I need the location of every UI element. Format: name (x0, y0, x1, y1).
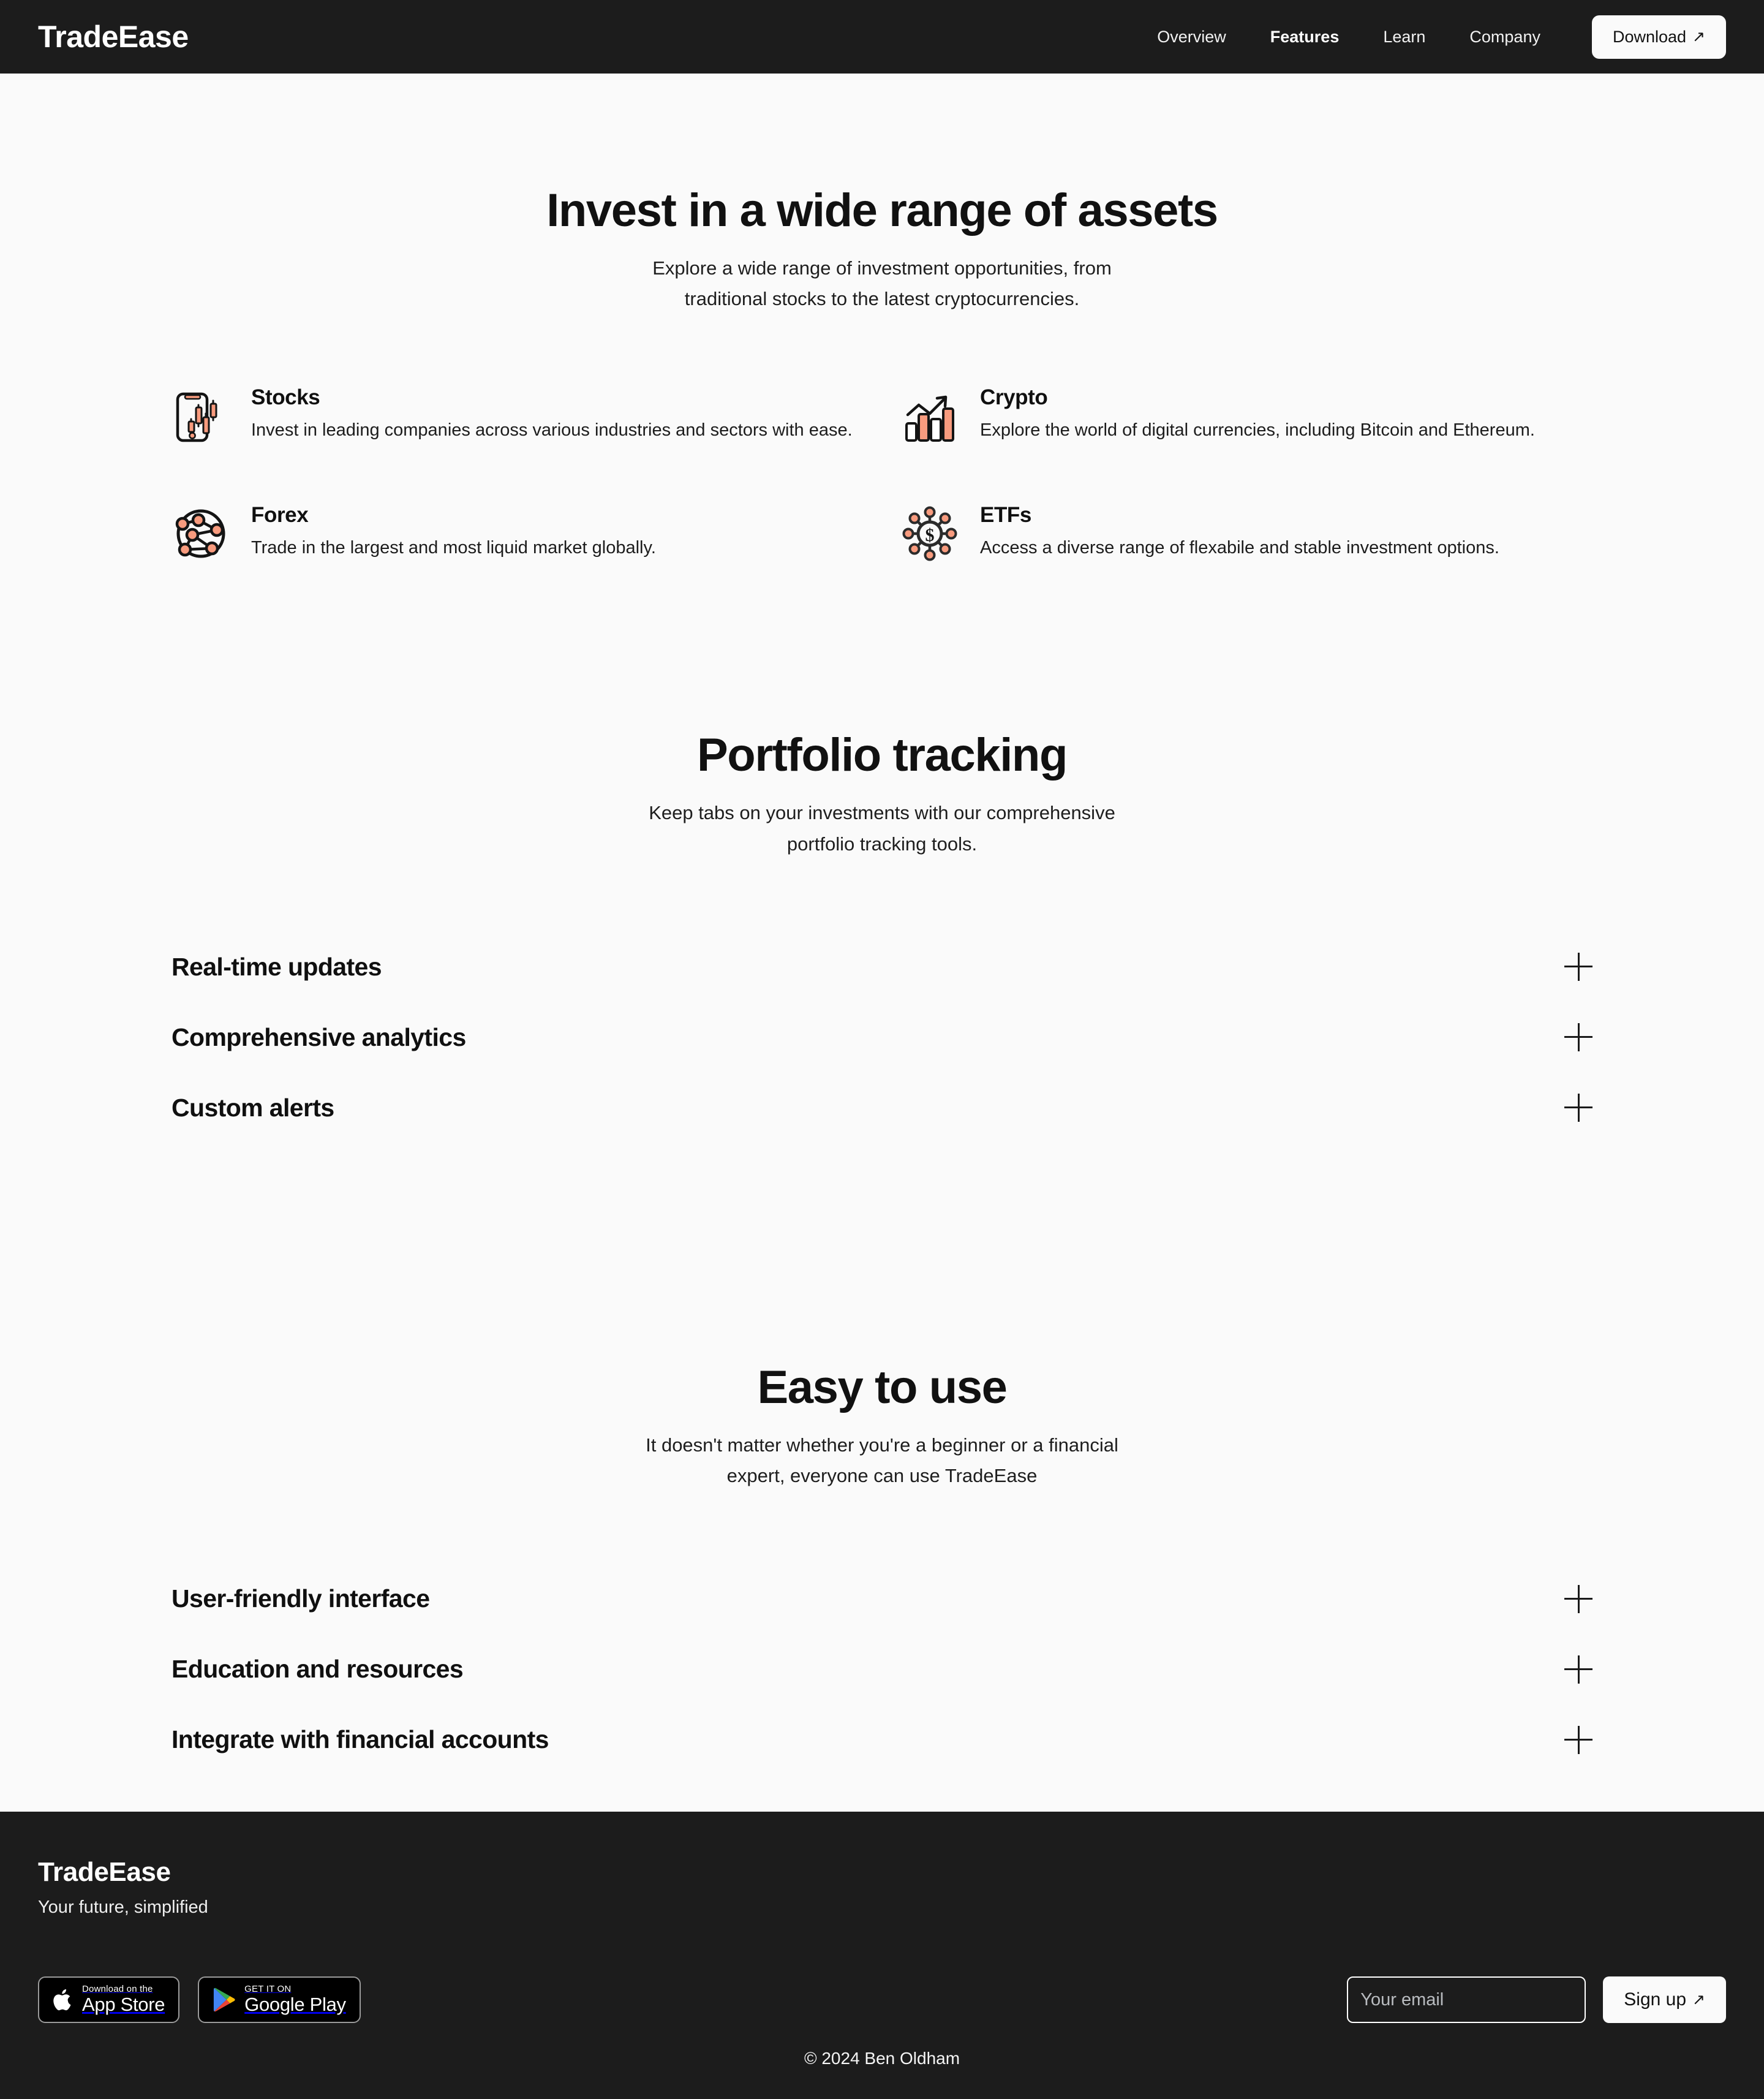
app-store-badge-text: Download on the App Store (82, 1984, 165, 2016)
asset-item-forex-body: Forex Trade in the largest and most liqu… (251, 501, 656, 561)
asset-item-forex: Forex Trade in the largest and most liqu… (172, 501, 864, 563)
asset-item-stocks: Stocks Invest in leading companies acros… (172, 383, 864, 445)
page-main: Invest in a wide range of assets Explore… (0, 74, 1764, 1812)
assets-subtitle-line-1: Explore a wide range of investment oppor… (652, 257, 1112, 279)
portfolio-accordion: Real-time updates Comprehensive analytic… (172, 932, 1593, 1143)
accordion-label: Education and resources (172, 1655, 464, 1684)
accordion-item-user-friendly-interface[interactable]: User-friendly interface (172, 1564, 1593, 1634)
asset-item-forex-description: Trade in the largest and most liquid mar… (251, 538, 656, 558)
asset-item-etfs-body: ETFs Access a diverse range of flexabile… (980, 501, 1499, 561)
asset-item-forex-title: Forex (251, 503, 309, 528)
portfolio-subtitle-line-2: portfolio tracking tools. (786, 833, 978, 855)
google-play-badge-text: GET IT ON Google Play (244, 1984, 346, 2016)
asset-item-crypto: Crypto Explore the world of digital curr… (900, 383, 1593, 445)
asset-item-stocks-body: Stocks Invest in leading companies acros… (251, 383, 853, 444)
accordion-label: Real-time updates (172, 952, 382, 981)
app-store-badge[interactable]: Download on the App Store (38, 1976, 180, 2024)
easy-subtitle-line-1: It doesn't matter whether you're a begin… (646, 1434, 1118, 1456)
assets-subtitle-line-2: traditional stocks to the latest cryptoc… (684, 288, 1080, 310)
plus-icon[interactable] (1564, 1725, 1593, 1754)
portfolio-subtitle-line-1: Keep tabs on your investments with our c… (649, 802, 1115, 824)
easy-to-use-section: Easy to use It doesn't matter whether yo… (0, 1143, 1764, 1775)
nav-link-company[interactable]: Company (1447, 28, 1562, 47)
asset-item-etfs-description: Access a diverse range of flexabile and … (980, 538, 1499, 558)
google-play-badge[interactable]: GET IT ON Google Play (198, 1976, 361, 2024)
apple-logo-icon (53, 1989, 71, 2011)
accordion-item-real-time-updates[interactable]: Real-time updates (172, 932, 1593, 1002)
portfolio-section-subtitle: Keep tabs on your investments with our c… (0, 798, 1764, 859)
footer-bottom-row: Download on the App Store GET IT ON Goog… (38, 1976, 1726, 2024)
download-button[interactable]: Download ↗ (1591, 15, 1726, 59)
accordion-item-comprehensive-analytics[interactable]: Comprehensive analytics (172, 1002, 1593, 1073)
download-button-label: Download (1612, 27, 1687, 46)
newsletter-signup: Sign up ↗ (1347, 1976, 1726, 2024)
site-header: TradeEase Overview Features Learn Compan… (0, 0, 1764, 74)
brand-logo[interactable]: TradeEase (38, 19, 189, 55)
portfolio-tracking-section: Portfolio tracking Keep tabs on your inv… (0, 563, 1764, 1143)
assets-section: Invest in a wide range of assets Explore… (0, 74, 1764, 563)
asset-types-grid: Stocks Invest in leading companies acros… (172, 383, 1593, 563)
plus-icon[interactable] (1564, 1655, 1593, 1684)
app-store-badge-small-text: Download on the (82, 1983, 153, 1994)
footer-brand: TradeEase (38, 1857, 171, 1888)
easy-section-header: Easy to use It doesn't matter whether yo… (0, 1361, 1764, 1491)
assets-section-subtitle: Explore a wide range of investment oppor… (0, 253, 1764, 314)
globe-network-nodes-icon (172, 504, 230, 563)
arrow-up-right-icon: ↗ (1692, 28, 1705, 45)
portfolio-section-title: Portfolio tracking (697, 729, 1068, 782)
asset-item-stocks-description: Invest in leading companies across vario… (251, 420, 853, 441)
easy-section-subtitle: It doesn't matter whether you're a begin… (0, 1430, 1764, 1491)
plus-icon[interactable] (1564, 1094, 1593, 1122)
accordion-item-custom-alerts[interactable]: Custom alerts (172, 1073, 1593, 1143)
assets-section-title: Invest in a wide range of assets (546, 184, 1218, 236)
email-input[interactable] (1347, 1976, 1586, 2024)
accordion-label: Custom alerts (172, 1093, 334, 1122)
accordion-item-education-and-resources[interactable]: Education and resources (172, 1634, 1593, 1704)
copyright-text: © 2024 Ben Oldham (804, 2049, 960, 2068)
asset-item-etfs: $ ETFs Access a diverse range of flexabi… (900, 501, 1593, 563)
easy-accordion: User-friendly interface Education and re… (172, 1564, 1593, 1775)
bar-chart-growth-arrow-icon (900, 387, 959, 445)
site-footer: TradeEase Your future, simplified Downlo… (0, 1812, 1764, 2099)
sign-up-button-label: Sign up (1624, 1989, 1687, 2010)
svg-text:$: $ (925, 525, 935, 545)
google-play-badge-small-text: GET IT ON (244, 1983, 292, 1994)
nav-link-learn[interactable]: Learn (1361, 28, 1447, 47)
asset-item-crypto-body: Crypto Explore the world of digital curr… (980, 383, 1535, 444)
nav-link-overview[interactable]: Overview (1135, 28, 1248, 47)
accordion-label: Integrate with financial accounts (172, 1725, 549, 1754)
app-store-badges: Download on the App Store GET IT ON Goog… (38, 1976, 361, 2024)
asset-item-crypto-title: Crypto (980, 385, 1048, 410)
easy-subtitle-line-2: expert, everyone can use TradeEase (726, 1465, 1038, 1487)
asset-item-etfs-title: ETFs (980, 503, 1031, 528)
footer-tagline: Your future, simplified (38, 1897, 208, 1918)
plus-icon[interactable] (1564, 1584, 1593, 1613)
asset-item-crypto-description: Explore the world of digital currencies,… (980, 420, 1535, 441)
google-play-logo-icon (214, 1988, 235, 2012)
portfolio-section-header: Portfolio tracking Keep tabs on your inv… (0, 728, 1764, 859)
accordion-item-integrate-with-financial-accounts[interactable]: Integrate with financial accounts (172, 1704, 1593, 1775)
accordion-label: Comprehensive analytics (172, 1023, 466, 1051)
dollar-network-hub-icon: $ (900, 504, 959, 563)
google-play-badge-big-text: Google Play (244, 1994, 346, 2016)
nav-link-features[interactable]: Features (1248, 28, 1362, 47)
assets-section-header: Invest in a wide range of assets Explore… (0, 184, 1764, 314)
easy-section-title: Easy to use (757, 1361, 1007, 1413)
asset-item-stocks-title: Stocks (251, 385, 320, 410)
accordion-label: User-friendly interface (172, 1584, 430, 1613)
plus-icon[interactable] (1564, 953, 1593, 981)
main-navigation: Overview Features Learn Company Download… (1135, 15, 1726, 59)
sign-up-button[interactable]: Sign up ↗ (1603, 1976, 1726, 2024)
arrow-up-right-icon: ↗ (1692, 1991, 1705, 2008)
app-store-badge-big-text: App Store (82, 1994, 165, 2016)
phone-candlestick-chart-icon (172, 387, 230, 445)
plus-icon[interactable] (1564, 1023, 1593, 1052)
